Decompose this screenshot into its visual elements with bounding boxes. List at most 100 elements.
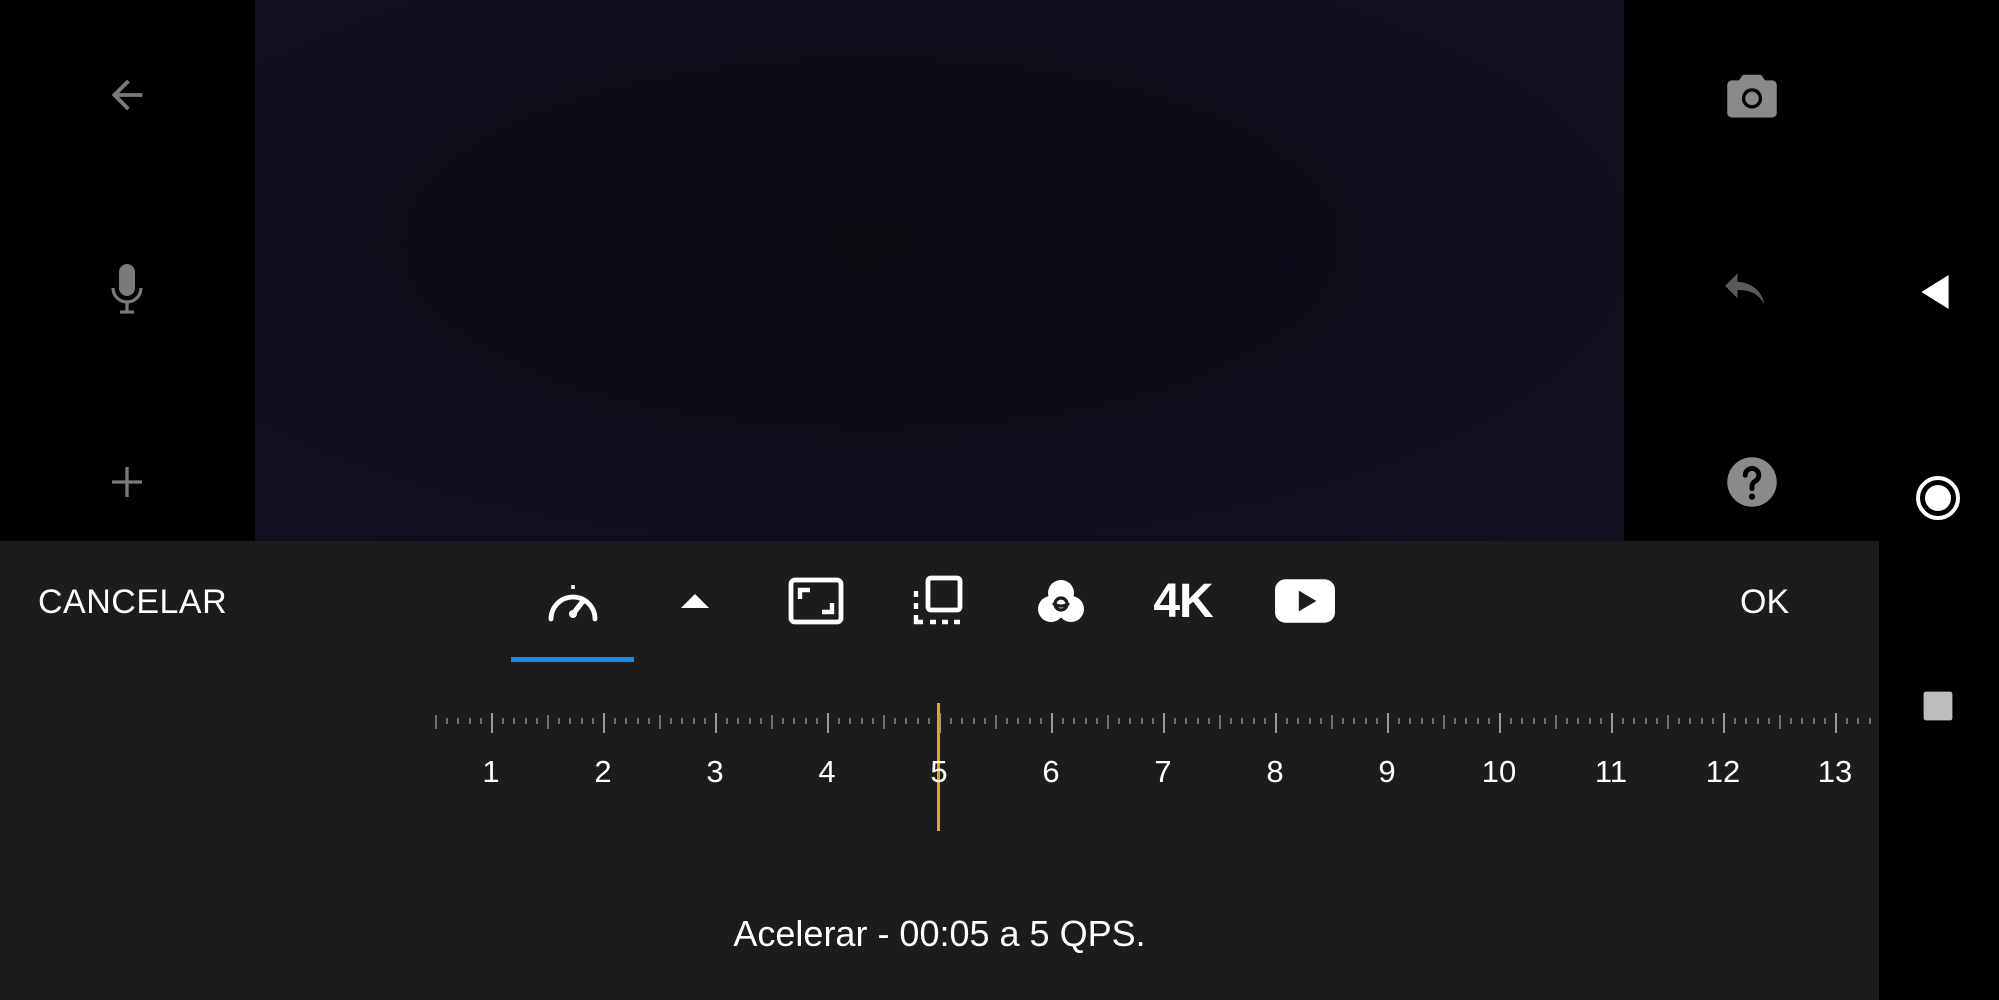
ruler-minor-tick (1151, 718, 1154, 724)
ruler-minor-tick (1342, 718, 1345, 724)
status-text: Acelerar - 00:05 a 5 QPS. (733, 913, 1146, 954)
ruler-label: 2 (594, 754, 612, 789)
ruler-minor-tick (793, 718, 796, 724)
system-back-button[interactable] (1903, 260, 1967, 324)
system-navigation-bar (1879, 0, 1999, 1000)
ruler-minor-tick (1006, 718, 1009, 724)
ruler-minor-tick (1196, 718, 1199, 724)
ruler-minor-tick (1510, 718, 1513, 724)
camera-icon (1727, 74, 1777, 118)
ruler-minor-tick (1409, 718, 1412, 724)
snapshot-button[interactable] (1720, 63, 1784, 127)
ruler-minor-tick (513, 718, 516, 724)
ruler-minor-tick (1543, 718, 1546, 724)
ruler-major-tick (1387, 713, 1389, 733)
ruler-major-tick (1163, 713, 1165, 733)
ruler-minor-tick (1655, 718, 1658, 724)
edit-panel: CANCELAR OK 4K 1 2 3 4 5 6 7 8 9 10 11 1… (0, 541, 1879, 1000)
ruler-minor-tick (524, 718, 527, 724)
ruler-minor-tick (457, 718, 460, 724)
left-rail (0, 0, 255, 541)
back-button[interactable] (95, 63, 159, 127)
ruler-minor-tick (983, 718, 986, 724)
ruler-major-tick (1723, 713, 1725, 733)
ruler-minor-tick (1364, 718, 1367, 724)
ruler-minor-tick (1017, 718, 1020, 724)
ruler-minor-tick (659, 715, 661, 729)
ruler-minor-tick (1700, 718, 1703, 724)
undo-icon (1725, 273, 1765, 305)
ruler-minor-tick (435, 715, 437, 729)
ruler-label: 10 (1481, 754, 1517, 789)
undo-button[interactable] (1720, 258, 1784, 322)
ruler-minor-tick (1532, 718, 1535, 724)
ruler-major-tick (715, 713, 717, 733)
ruler-major-tick (939, 713, 941, 733)
ruler-label: 7 (1154, 754, 1172, 789)
ruler-minor-tick (681, 718, 684, 724)
ruler-minor-tick (1230, 718, 1233, 724)
ruler-minor-tick (1857, 718, 1860, 724)
circle-home-icon (1916, 476, 1960, 520)
ruler-minor-tick (1801, 718, 1804, 724)
help-button[interactable] (1720, 450, 1784, 514)
ruler-minor-tick (950, 718, 953, 724)
ruler-minor-tick (1767, 718, 1770, 724)
ruler-minor-tick (1521, 718, 1524, 724)
ruler-minor-tick (502, 718, 505, 724)
arrow-left-icon (111, 79, 143, 111)
square-recents-icon (1923, 691, 1953, 721)
ruler-minor-tick (1062, 718, 1065, 724)
ruler-minor-tick (1566, 718, 1569, 724)
ruler-minor-tick (614, 718, 617, 724)
system-recents-button[interactable] (1906, 674, 1970, 738)
ruler-minor-tick (1588, 718, 1591, 724)
ruler-minor-tick (1039, 718, 1042, 724)
ruler-label: 3 (706, 754, 724, 789)
ruler-minor-tick (1185, 718, 1188, 724)
ruler-minor-tick (636, 718, 639, 724)
video-preview[interactable] (255, 0, 1624, 541)
ruler-minor-tick (838, 718, 841, 724)
ruler-major-tick (491, 713, 493, 733)
ruler-minor-tick (692, 718, 695, 724)
ruler-minor-tick (468, 718, 471, 724)
ruler-minor-tick (1846, 718, 1849, 724)
ruler-minor-tick (703, 718, 706, 724)
ruler-minor-tick (1823, 718, 1826, 724)
ruler-minor-tick (1118, 718, 1121, 724)
ruler-minor-tick (547, 715, 549, 729)
ruler-minor-tick (1487, 718, 1490, 724)
ruler-minor-tick (1174, 718, 1177, 724)
ruler-minor-tick (737, 718, 740, 724)
add-button[interactable] (95, 450, 159, 514)
system-home-button[interactable] (1906, 466, 1970, 530)
ruler-major-tick (1835, 713, 1837, 733)
ruler-minor-tick (1353, 718, 1356, 724)
ruler-label: 13 (1817, 754, 1853, 789)
ruler-minor-tick (1689, 718, 1692, 724)
ruler-minor-tick (1084, 718, 1087, 724)
ruler-minor-tick (883, 715, 885, 729)
ruler-label: 5 (930, 754, 948, 789)
ruler-major-tick (827, 713, 829, 733)
ruler-minor-tick (815, 718, 818, 724)
ruler-minor-tick (771, 715, 773, 729)
ruler-minor-tick (446, 718, 449, 724)
ruler-minor-tick (1252, 718, 1255, 724)
microphone-button[interactable] (95, 258, 159, 322)
ruler-label: 12 (1705, 754, 1741, 789)
ruler-minor-tick (894, 718, 897, 724)
ruler-minor-tick (569, 718, 572, 724)
ruler-minor-tick (871, 718, 874, 724)
ruler-minor-tick (748, 718, 751, 724)
ruler-minor-tick (1734, 718, 1737, 724)
ruler-minor-tick (1443, 715, 1445, 729)
ruler-major-tick (1611, 713, 1613, 733)
ruler-minor-tick (1756, 718, 1759, 724)
ruler-minor-tick (1297, 718, 1300, 724)
ruler-minor-tick (1398, 718, 1401, 724)
ruler-minor-tick (1331, 715, 1333, 729)
right-rail (1624, 0, 1879, 541)
ruler-minor-tick (1308, 718, 1311, 724)
